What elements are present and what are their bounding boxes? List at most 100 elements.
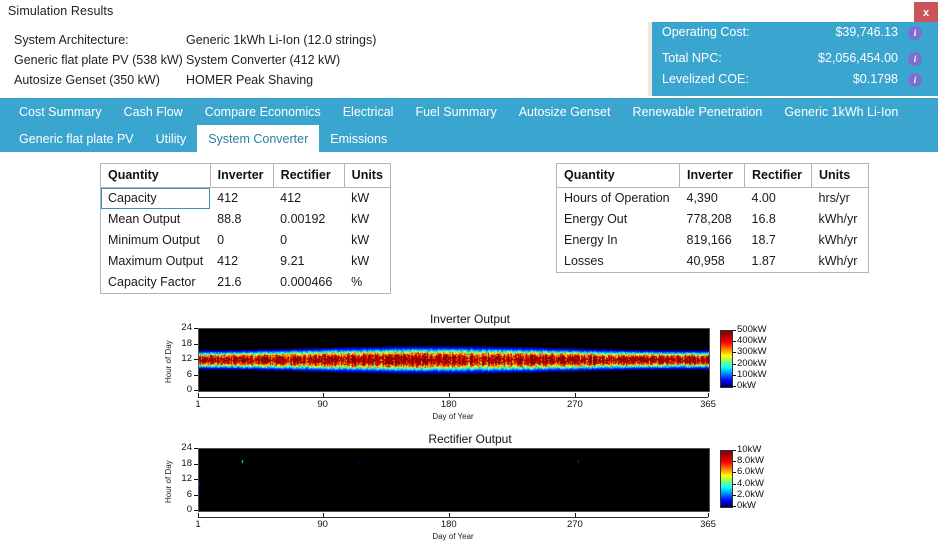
y-axis-title: Hour of Day [164,340,173,383]
cell-quantity-energy-in[interactable]: Energy In [556,230,680,251]
colorbar-tick-label: 4.0kW [737,477,764,489]
cell-units-energy-out: kWh/yr [811,209,869,230]
colorbar-tick-label: 100kW [737,368,767,380]
tab-renewable-penetration[interactable]: Renewable Penetration [621,98,773,125]
table-row[interactable]: Maximum Output 412 9.21 kW [100,251,391,272]
cell-quantity-capacity[interactable]: Capacity [100,187,211,209]
table-header-row: Quantity Inverter Rectifier Units [556,163,869,188]
cell-quantity-mean-output[interactable]: Mean Output [100,209,211,230]
header-rectifier: Rectifier [273,163,345,188]
x-axis-tick-mark [574,513,576,517]
cell-quantity-maximum-output[interactable]: Maximum Output [100,251,211,272]
colorbar-tick-mark [732,483,736,485]
cell-quantity-hours-of-operation[interactable]: Hours of Operation [556,187,680,209]
tab-utility[interactable]: Utility [145,125,198,152]
table-row[interactable]: Energy In 819,166 18.7 kWh/yr [556,230,869,251]
tab-emissions[interactable]: Emissions [319,125,398,152]
tab-compare-economics[interactable]: Compare Economics [194,98,332,125]
colorbar-tick-label: 10kW [737,444,762,455]
tab-fuel-summary[interactable]: Fuel Summary [404,98,507,125]
cell-inverter-minimum-output: 0 [210,230,274,251]
tab-autosize-genset[interactable]: Autosize Genset [508,98,622,125]
cell-rectifier-energy-out: 16.8 [744,209,812,230]
window-title: Simulation Results [8,4,114,18]
cell-rectifier-maximum-output: 9.21 [273,251,345,272]
converter-energy-table: Quantity Inverter Rectifier Units Hours … [556,163,869,273]
x-axis-tick-label: 90 [317,399,328,410]
table-row[interactable]: Energy Out 778,208 16.8 kWh/yr [556,209,869,230]
operating-cost-value: $39,746.13 [835,25,898,39]
y-axis-tick-mark [194,374,198,376]
rectifier-output-chart: Rectifier Output 0 6 12 18 24 Hour of Day 1 90 1… [160,432,780,544]
architecture-grid: System Architecture: Generic 1kWh Li-Ion… [14,32,376,89]
x-axis-tick-label: 270 [566,399,583,410]
heatmap-canvas [199,329,709,391]
colorbar-tick-mark [732,450,736,451]
panel-accent-bar [648,22,652,96]
tab-electrical[interactable]: Electrical [332,98,405,125]
info-icon[interactable]: i [908,52,922,66]
table-header-row: Quantity Inverter Rectifier Units [100,163,391,188]
colorbar-tick-mark [732,461,736,463]
x-axis-title: Day of Year [432,412,474,421]
cell-quantity-energy-out[interactable]: Energy Out [556,209,680,230]
header-quantity: Quantity [556,163,680,188]
converter-capacity-table: Quantity Inverter Rectifier Units Capaci… [100,163,391,294]
cell-units-capacity-factor: % [344,272,391,294]
cell-rectifier-mean-output: 0.00192 [273,209,345,230]
tab-cost-summary[interactable]: Cost Summary [8,98,113,125]
x-axis-tick-label: 180 [440,519,457,530]
cell-units-minimum-output: kW [344,230,391,251]
info-icon[interactable]: i [908,26,922,40]
cell-quantity-capacity-factor[interactable]: Capacity Factor [100,272,211,294]
colorbar-tick-mark [732,330,736,331]
cell-quantity-minimum-output[interactable]: Minimum Output [100,230,211,251]
table-row[interactable]: Hours of Operation 4,390 4.00 hrs/yr [556,187,869,209]
table-row[interactable]: Losses 40,958 1.87 kWh/yr [556,251,869,273]
inverter-chart-title: Inverter Output [429,312,511,326]
tab-system-converter[interactable]: System Converter [197,125,320,152]
colorbar-tick-mark [732,494,736,496]
tab-cash-flow[interactable]: Cash Flow [113,98,194,125]
x-axis-tick-mark [322,393,324,397]
cell-rectifier-capacity: 412 [273,187,345,209]
x-axis-tick-label: 1 [195,399,201,410]
colorbar-tick-mark [732,363,736,365]
architecture-label-2: Autosize Genset (350 kW) [14,73,160,87]
cell-rectifier-losses: 1.87 [744,251,812,273]
cell-inverter-capacity: 412 [210,187,274,209]
cell-units-capacity: kW [344,187,391,209]
header-units: Units [811,163,869,188]
close-button[interactable]: x [914,2,938,24]
colorbar-tick-mark [732,506,736,507]
header-units: Units [344,163,391,188]
x-axis-tick-label: 180 [440,399,457,410]
table-row[interactable]: Mean Output 88.8 0.00192 kW [100,209,391,230]
cell-quantity-losses[interactable]: Losses [556,251,680,273]
x-axis-tick-mark [708,513,709,517]
x-axis-tick-mark [448,393,450,397]
cell-rectifier-energy-in: 18.7 [744,230,812,251]
economics-row-total-npc: Total NPC: $2,056,454.00 i [662,48,924,69]
y-axis-tick-mark [194,510,198,511]
tab-row-secondary: Generic flat plate PV Utility System Con… [0,125,398,152]
tab-generic-flat-plate-pv[interactable]: Generic flat plate PV [8,125,145,152]
info-icon[interactable]: i [908,73,922,87]
colorbar-tick-mark [732,386,736,387]
table-row[interactable]: Capacity 412 412 kW [100,187,391,209]
y-axis-tick-label: 6 [186,368,192,380]
y-axis-tick-mark [194,343,198,345]
colorbar-tick-mark [732,472,736,474]
tab-row-primary: Cost Summary Cash Flow Compare Economics… [0,98,909,125]
tab-generic-1kwh-li-ion[interactable]: Generic 1kWh Li-Ion [773,98,909,125]
operating-cost-label: Operating Cost: [662,25,750,39]
y-axis-tick-mark [194,390,198,391]
x-axis-tick-label: 365 [700,519,716,530]
colorbar-tick-label: 300kW [737,346,767,358]
plot-area [198,328,710,392]
y-axis-title: Hour of Day [164,460,173,503]
table-row[interactable]: Capacity Factor 21.6 0.000466 % [100,272,391,294]
inverter-output-chart: Inverter Output 0 6 12 18 24 Hour of Day 1 90 18… [160,312,780,424]
table-row[interactable]: Minimum Output 0 0 kW [100,230,391,251]
y-axis-tick-mark [194,328,198,329]
